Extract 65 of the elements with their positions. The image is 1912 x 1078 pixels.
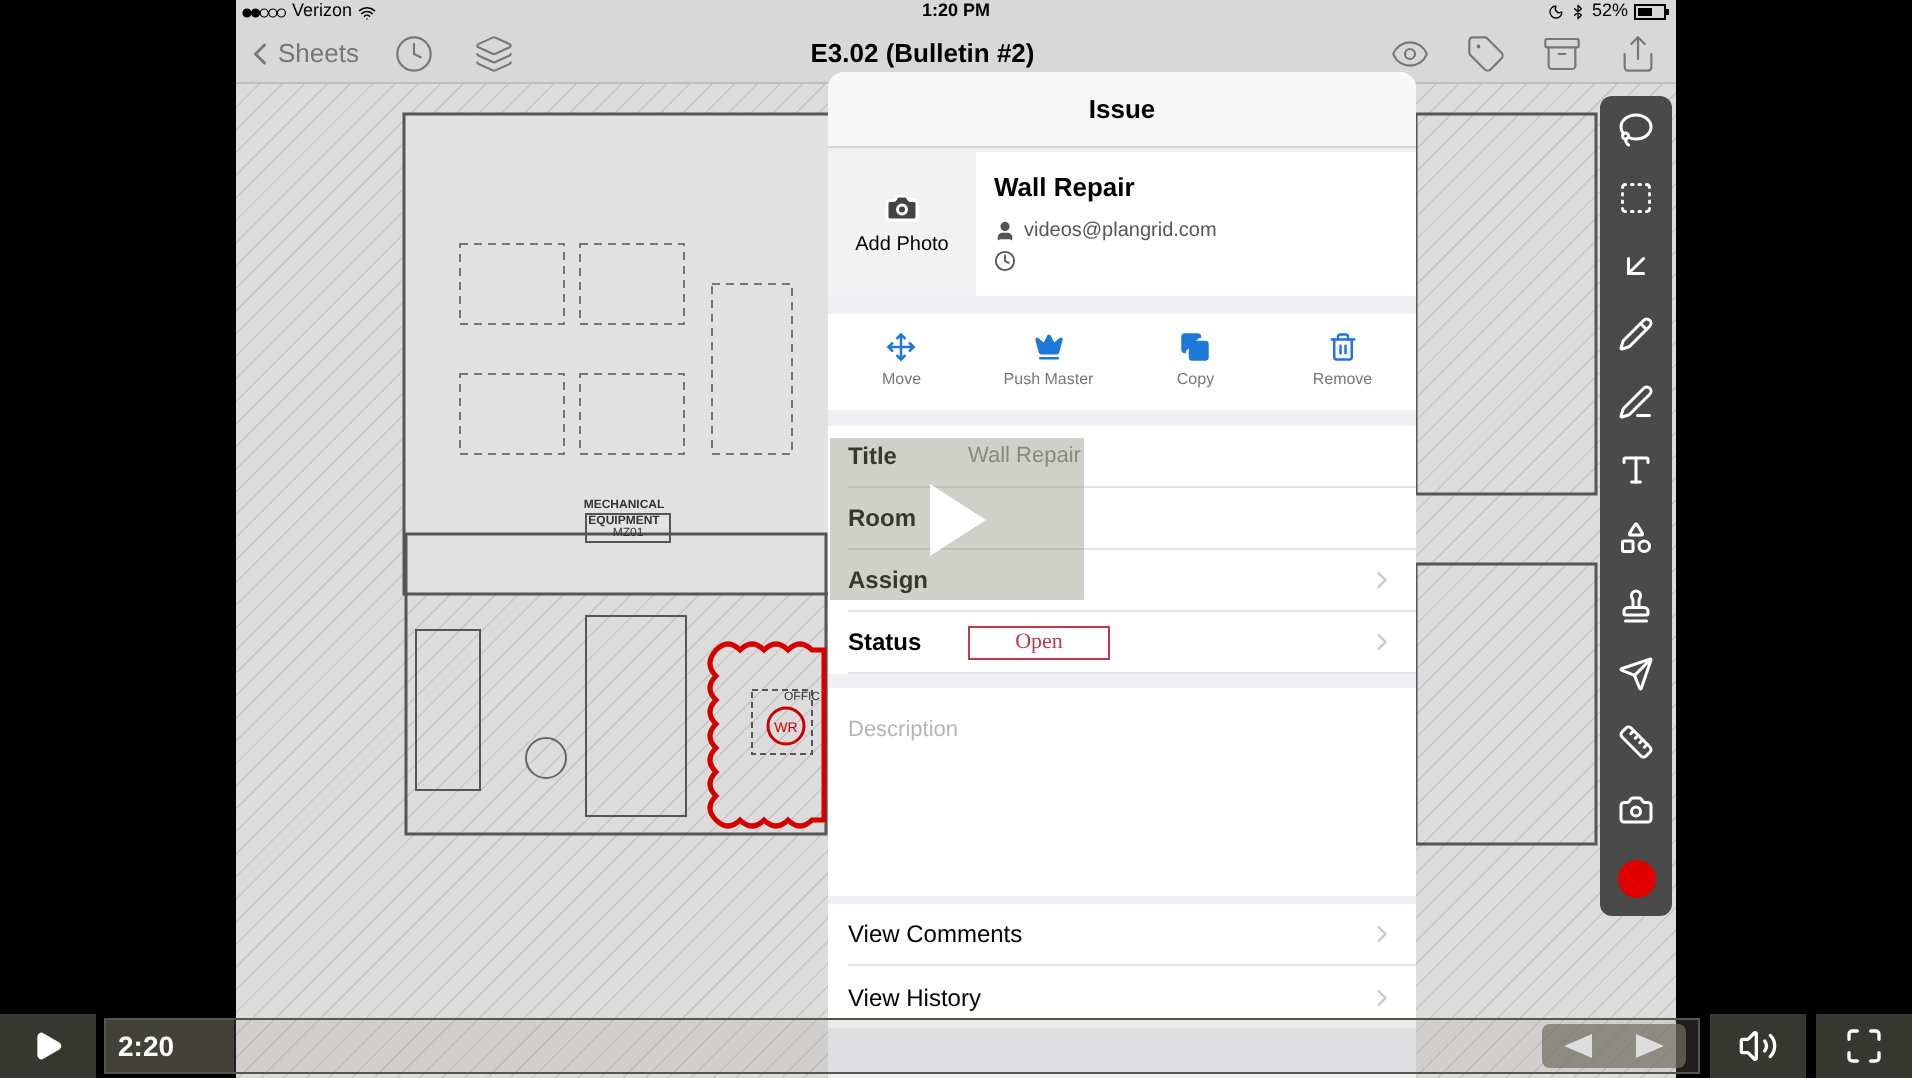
action-button[interactable]: Copy xyxy=(1122,314,1269,410)
signal-icon xyxy=(242,7,286,17)
play-icon xyxy=(929,483,985,555)
wifi-icon xyxy=(358,3,377,21)
next-icon[interactable] xyxy=(1636,1034,1664,1058)
action-button[interactable]: Remove xyxy=(1269,314,1416,410)
copy-icon xyxy=(1180,332,1211,362)
volume-icon xyxy=(1738,1026,1778,1066)
tag-icon[interactable] xyxy=(1466,33,1506,73)
bluetooth-icon xyxy=(1569,4,1586,20)
cabinet-icon[interactable] xyxy=(1542,33,1582,73)
clock-time: 1:20 PM xyxy=(919,0,992,25)
camera-icon xyxy=(884,189,920,225)
author-email: videos@plangrid.com xyxy=(1024,217,1217,245)
equipment-outline xyxy=(579,373,685,455)
move-icon xyxy=(886,332,917,362)
field-label: Status xyxy=(848,626,924,660)
fullscreen-icon xyxy=(1844,1026,1884,1066)
panel-title: Issue xyxy=(1088,91,1156,128)
equipment-outline xyxy=(459,373,565,455)
clock-icon xyxy=(994,249,1016,271)
volume-button[interactable] xyxy=(1710,1014,1806,1078)
revision-cloud-icon xyxy=(707,641,827,829)
play-overlay-button[interactable] xyxy=(830,438,1084,600)
action-button[interactable]: Push Master xyxy=(975,314,1122,410)
issue-title: Wall Repair xyxy=(994,170,1137,206)
equipment-outline xyxy=(459,243,565,325)
action-button[interactable]: Move xyxy=(828,314,975,410)
camera-icon[interactable] xyxy=(1618,792,1654,828)
sheet-title: E3.02 (Bulletin #2) xyxy=(808,35,1037,72)
paper-plane-icon[interactable] xyxy=(1618,656,1654,692)
stamp-icon[interactable] xyxy=(1618,588,1654,624)
field-label: Title xyxy=(848,440,899,474)
play-icon xyxy=(32,1030,64,1062)
battery-percent: 52% xyxy=(1591,0,1628,25)
share-icon[interactable] xyxy=(1618,33,1658,73)
ruler-icon[interactable] xyxy=(1618,724,1654,760)
field-label: Assign xyxy=(848,564,931,598)
equipment-outline xyxy=(579,243,685,325)
battery-icon xyxy=(1634,4,1670,20)
link-row[interactable]: View History xyxy=(848,979,981,1015)
add-photo-button[interactable]: Add Photo xyxy=(828,152,976,296)
history-icon[interactable] xyxy=(394,33,435,73)
user-icon xyxy=(994,219,1016,241)
lasso-icon[interactable] xyxy=(1618,112,1654,148)
trash-icon xyxy=(1327,332,1358,362)
crown-icon xyxy=(1033,332,1064,362)
layers-icon[interactable] xyxy=(474,33,515,73)
field-label: Room xyxy=(848,502,918,536)
text-icon[interactable] xyxy=(1618,452,1654,488)
fullscreen-button[interactable] xyxy=(1816,1014,1912,1078)
shapes-icon[interactable] xyxy=(1618,520,1654,556)
progress-track[interactable]: 2:20 xyxy=(104,1018,1700,1074)
play-button[interactable] xyxy=(0,1014,96,1078)
link-row[interactable]: View Comments xyxy=(848,916,1023,952)
status-value[interactable]: Open xyxy=(968,625,1110,659)
pen-icon[interactable] xyxy=(1618,384,1654,420)
moon-icon xyxy=(1547,4,1564,20)
dashed-square-icon[interactable] xyxy=(1618,180,1654,216)
carrier-name: Verizon xyxy=(292,0,353,25)
pencil-icon[interactable] xyxy=(1618,316,1654,352)
table-outline xyxy=(525,737,567,779)
back-button[interactable]: Sheets xyxy=(242,33,359,73)
time-label: 2:20 xyxy=(118,1027,175,1065)
previous-icon[interactable] xyxy=(1564,1034,1592,1058)
